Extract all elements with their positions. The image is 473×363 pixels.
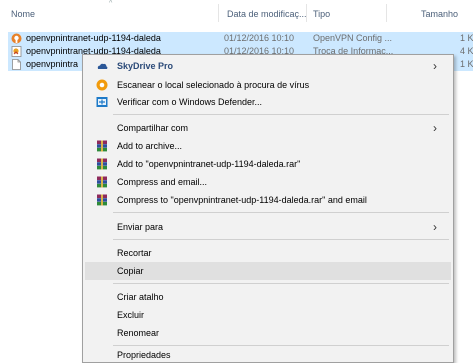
sort-caret-icon: ^ xyxy=(109,0,113,7)
file-size: 1 KB xyxy=(460,33,473,43)
col-divider xyxy=(306,4,307,22)
context-menu: SkyDrive Pro › Escanear o local selecion… xyxy=(82,54,454,363)
winrar-icon xyxy=(97,176,107,188)
file-size: 1 KB xyxy=(460,59,473,69)
menu-item-properties[interactable]: Propriedades xyxy=(85,346,451,363)
menu-item-share[interactable]: Compartilhar com › xyxy=(85,119,451,137)
menu-item-defender[interactable]: Verificar com o Windows Defender... xyxy=(85,93,451,111)
col-divider xyxy=(218,4,219,22)
file-name: openvpnintranet-udp-1194-daleda xyxy=(26,33,161,43)
menu-item-copy[interactable]: Copiar xyxy=(85,262,451,280)
menu-item-cut[interactable]: Recortar xyxy=(85,244,451,262)
submenu-arrow-icon: › xyxy=(433,59,437,73)
menu-item-shortcut[interactable]: Criar atalho xyxy=(85,288,451,306)
openvpn-config-icon xyxy=(11,33,22,44)
file-type: OpenVPN Config ... xyxy=(313,33,393,43)
antivirus-icon xyxy=(96,79,108,91)
winrar-icon xyxy=(97,158,107,170)
menu-item-compress-email[interactable]: Compress and email... xyxy=(85,173,451,191)
col-date[interactable]: Data de modificaç... xyxy=(227,9,307,19)
menu-separator xyxy=(113,212,449,213)
menu-item-scan[interactable]: Escanear o local selecionado à procura d… xyxy=(85,76,451,94)
menu-item-delete[interactable]: Excluir xyxy=(85,306,451,324)
submenu-arrow-icon: › xyxy=(433,220,437,234)
menu-item-compress-rar-email[interactable]: Compress to "openvpnintranet-udp-1194-da… xyxy=(85,191,451,209)
file-size: 4 KB xyxy=(460,46,473,56)
submenu-arrow-icon: › xyxy=(433,121,437,135)
col-size[interactable]: Tamanho xyxy=(421,9,458,19)
menu-item-add-rar[interactable]: Add to "openvpnintranet-udp-1194-daleda.… xyxy=(85,155,451,173)
file-row[interactable]: openvpnintranet-udp-1194-daleda 01/12/20… xyxy=(8,32,473,45)
cert-file-icon xyxy=(11,46,22,57)
col-name[interactable]: Nome xyxy=(11,9,35,19)
menu-separator xyxy=(113,114,449,115)
menu-separator xyxy=(113,283,449,284)
skydrive-icon xyxy=(97,63,108,69)
menu-separator xyxy=(113,239,449,240)
col-type[interactable]: Tipo xyxy=(313,9,330,19)
menu-item-add-archive[interactable]: Add to archive... xyxy=(85,137,451,155)
file-date: 01/12/2016 10:10 xyxy=(224,33,295,43)
winrar-icon xyxy=(97,194,107,206)
winrar-icon xyxy=(97,140,107,152)
windows-defender-icon xyxy=(96,97,108,107)
col-divider xyxy=(386,4,387,22)
file-name: openvpnintra xyxy=(26,59,79,69)
blank-file-icon xyxy=(12,59,21,70)
menu-item-rename[interactable]: Renomear xyxy=(85,324,451,342)
menu-item-send-to[interactable]: Enviar para › xyxy=(85,218,451,236)
menu-item-skydrive[interactable]: SkyDrive Pro › xyxy=(85,57,451,75)
column-header: ^ Nome Data de modificaç... Tipo Tamanho xyxy=(0,0,473,22)
